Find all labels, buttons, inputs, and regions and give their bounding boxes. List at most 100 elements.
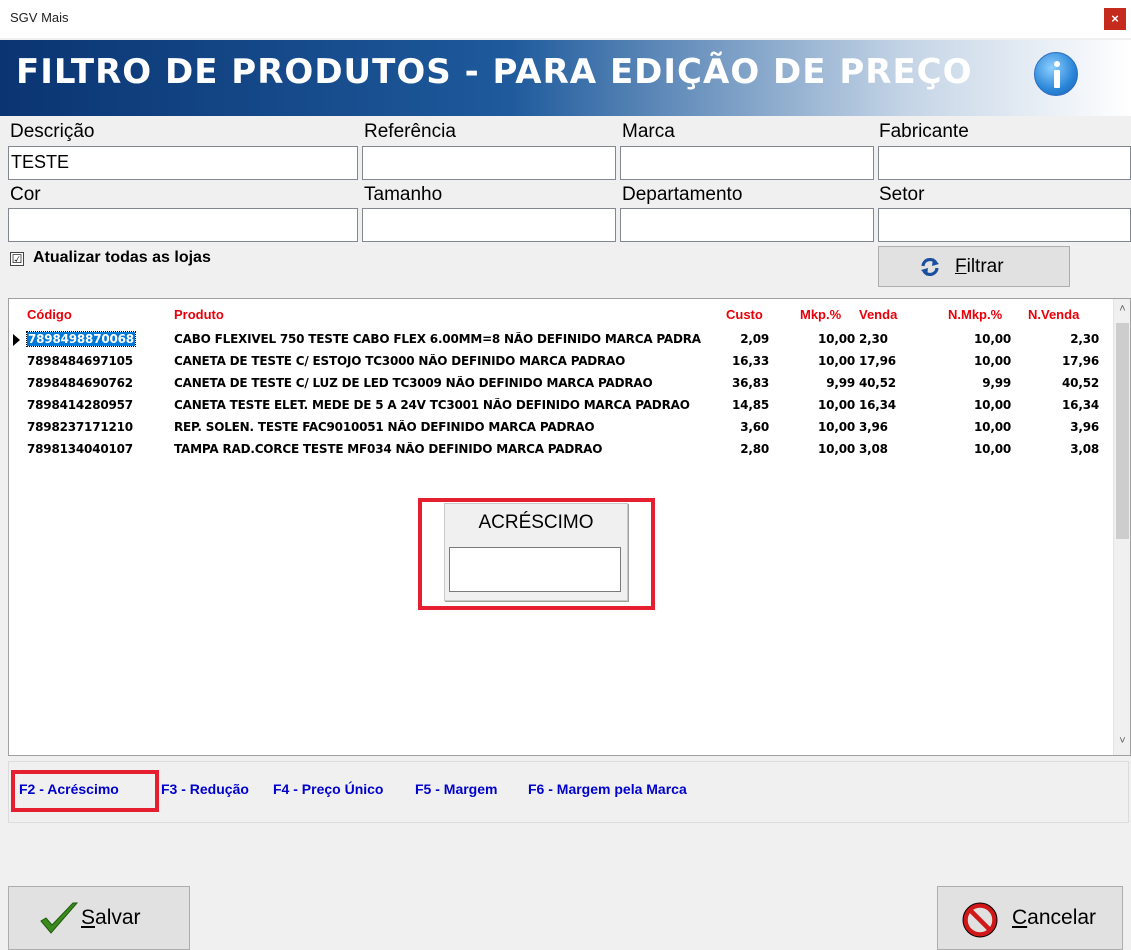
cell-produto[interactable]: CABO FLEXIVEL 750 TESTE CABO FLEX 6.00MM… xyxy=(174,332,701,346)
referencia-label: Referência xyxy=(364,121,456,142)
cell-venda[interactable]: 2,30 xyxy=(859,332,888,346)
table-row[interactable]: 7898484697105 CANETA DE TESTE C/ ESTOJO … xyxy=(9,351,1109,373)
table-row[interactable]: 7898134040107 TAMPA RAD.CORCE TESTE MF03… xyxy=(9,439,1109,461)
checkmark-icon xyxy=(40,902,79,934)
cell-codigo[interactable]: 7898134040107 xyxy=(27,442,133,456)
cell-custo[interactable]: 2,09 xyxy=(709,332,769,346)
cell-custo[interactable]: 14,85 xyxy=(709,398,769,412)
cell-codigo[interactable]: 7898414280957 xyxy=(27,398,133,412)
title-bar: SGV Mais × xyxy=(0,0,1131,38)
cell-nmkp[interactable]: 10,00 xyxy=(939,420,1011,434)
cell-produto[interactable]: CANETA DE TESTE C/ LUZ DE LED TC3009 NÃO… xyxy=(174,376,701,390)
cell-venda[interactable]: 40,52 xyxy=(859,376,896,390)
cell-codigo[interactable]: 7898498870068 xyxy=(26,331,136,347)
cor-field[interactable] xyxy=(8,208,358,242)
cell-nmkp[interactable]: 9,99 xyxy=(939,376,1011,390)
window-title: SGV Mais xyxy=(10,10,69,25)
page-title: FILTRO DE PRODUTOS - PARA EDIÇÃO DE PREÇ… xyxy=(16,52,973,92)
cell-produto[interactable]: CANETA TESTE ELET. MEDE DE 5 A 24V TC300… xyxy=(174,398,701,412)
table-row[interactable]: 7898498870068 CABO FLEXIVEL 750 TESTE CA… xyxy=(9,329,1109,351)
save-button[interactable]: Salvar xyxy=(8,886,190,950)
shortcut-f3-reducao[interactable]: F3 - Redução xyxy=(161,781,249,797)
acrescimo-input[interactable] xyxy=(449,547,621,592)
cancel-button-label: Cancelar xyxy=(1012,906,1097,929)
close-button[interactable]: × xyxy=(1104,8,1126,30)
cor-label: Cor xyxy=(10,184,41,205)
table-row[interactable]: 7898237171210 REP. SOLEN. TESTE FAC90100… xyxy=(9,417,1109,439)
cell-nvenda[interactable]: 3,96 xyxy=(1019,420,1099,434)
update-all-label: Atualizar todas as lojas xyxy=(33,249,211,266)
cell-venda[interactable]: 3,96 xyxy=(859,420,888,434)
col-header-venda[interactable]: Venda xyxy=(859,307,897,322)
save-button-label: Salvar xyxy=(81,906,141,929)
refresh-icon xyxy=(921,257,939,277)
current-row-pointer-icon xyxy=(13,334,20,346)
cell-produto[interactable]: REP. SOLEN. TESTE FAC9010051 NÃO DEFINID… xyxy=(174,420,701,434)
page-banner: FILTRO DE PRODUTOS - PARA EDIÇÃO DE PREÇ… xyxy=(0,40,1131,116)
cell-nmkp[interactable]: 10,00 xyxy=(939,354,1011,368)
update-all-checkbox[interactable]: ☑ xyxy=(10,252,24,266)
col-header-produto[interactable]: Produto xyxy=(174,307,224,322)
scroll-thumb[interactable] xyxy=(1116,323,1129,539)
cell-mkp[interactable]: 9,99 xyxy=(789,376,855,390)
cell-nvenda[interactable]: 17,96 xyxy=(1019,354,1099,368)
col-header-custo[interactable]: Custo xyxy=(726,307,763,322)
scroll-up-icon[interactable]: ˄ xyxy=(1114,301,1131,318)
filter-button-label: Filtrar xyxy=(955,256,1004,277)
table-row[interactable]: 7898484690762 CANETA DE TESTE C/ LUZ DE … xyxy=(9,373,1109,395)
acrescimo-title: ACRÉSCIMO xyxy=(478,512,594,533)
info-icon[interactable] xyxy=(1034,52,1078,96)
cell-codigo[interactable]: 7898484690762 xyxy=(27,376,133,390)
cell-codigo[interactable]: 7898237171210 xyxy=(27,420,133,434)
filter-button[interactable]: Filtrar xyxy=(878,246,1070,287)
col-header-mkp[interactable]: Mkp.% xyxy=(800,307,841,322)
referencia-field[interactable] xyxy=(362,146,616,180)
col-header-nmkp[interactable]: N.Mkp.% xyxy=(948,307,1002,322)
cell-nmkp[interactable]: 10,00 xyxy=(939,332,1011,346)
cell-mkp[interactable]: 10,00 xyxy=(789,332,855,346)
cell-mkp[interactable]: 10,00 xyxy=(789,398,855,412)
cell-custo[interactable]: 16,33 xyxy=(709,354,769,368)
cell-mkp[interactable]: 10,00 xyxy=(789,420,855,434)
scroll-down-icon[interactable]: ˅ xyxy=(1114,733,1131,750)
shortcut-f6-margem-marca[interactable]: F6 - Margem pela Marca xyxy=(528,781,687,797)
col-header-nvenda[interactable]: N.Venda xyxy=(1028,307,1079,322)
descricao-field[interactable]: TESTE xyxy=(8,146,358,180)
col-header-codigo[interactable]: Código xyxy=(27,307,72,322)
fabricante-field[interactable] xyxy=(878,146,1131,180)
cell-nvenda[interactable]: 40,52 xyxy=(1019,376,1099,390)
departamento-field[interactable] xyxy=(620,208,874,242)
table-row[interactable]: 7898414280957 CANETA TESTE ELET. MEDE DE… xyxy=(9,395,1109,417)
cell-codigo[interactable]: 7898484697105 xyxy=(27,354,133,368)
fabricante-label: Fabricante xyxy=(879,121,969,142)
cell-venda[interactable]: 17,96 xyxy=(859,354,896,368)
tamanho-field[interactable] xyxy=(362,208,616,242)
cell-mkp[interactable]: 10,00 xyxy=(789,354,855,368)
cell-nmkp[interactable]: 10,00 xyxy=(939,442,1011,456)
cell-nmkp[interactable]: 10,00 xyxy=(939,398,1011,412)
cancel-button[interactable]: Cancelar xyxy=(937,886,1123,950)
cell-mkp[interactable]: 10,00 xyxy=(789,442,855,456)
marca-field[interactable] xyxy=(620,146,874,180)
descricao-label: Descrição xyxy=(10,121,95,142)
marca-label: Marca xyxy=(622,121,675,142)
cell-produto[interactable]: CANETA DE TESTE C/ ESTOJO TC3000 NÃO DEF… xyxy=(174,354,701,368)
grid-scrollbar[interactable]: ˄ ˅ xyxy=(1113,299,1130,755)
cell-nvenda[interactable]: 3,08 xyxy=(1019,442,1099,456)
shortcut-f4-preco-unico[interactable]: F4 - Preço Único xyxy=(273,781,383,797)
no-entry-icon xyxy=(962,902,998,938)
cell-custo[interactable]: 36,83 xyxy=(709,376,769,390)
departamento-label: Departamento xyxy=(622,184,743,205)
cell-venda[interactable]: 16,34 xyxy=(859,398,896,412)
tamanho-label: Tamanho xyxy=(364,184,443,205)
cell-produto[interactable]: TAMPA RAD.CORCE TESTE MF034 NÃO DEFINIDO… xyxy=(174,442,701,456)
cell-nvenda[interactable]: 2,30 xyxy=(1019,332,1099,346)
cell-custo[interactable]: 3,60 xyxy=(709,420,769,434)
cell-custo[interactable]: 2,80 xyxy=(709,442,769,456)
cell-nvenda[interactable]: 16,34 xyxy=(1019,398,1099,412)
setor-field[interactable] xyxy=(878,208,1131,242)
shortcut-highlight-outline xyxy=(11,770,159,812)
setor-label: Setor xyxy=(879,184,925,205)
shortcut-f5-margem[interactable]: F5 - Margem xyxy=(415,781,497,797)
cell-venda[interactable]: 3,08 xyxy=(859,442,888,456)
